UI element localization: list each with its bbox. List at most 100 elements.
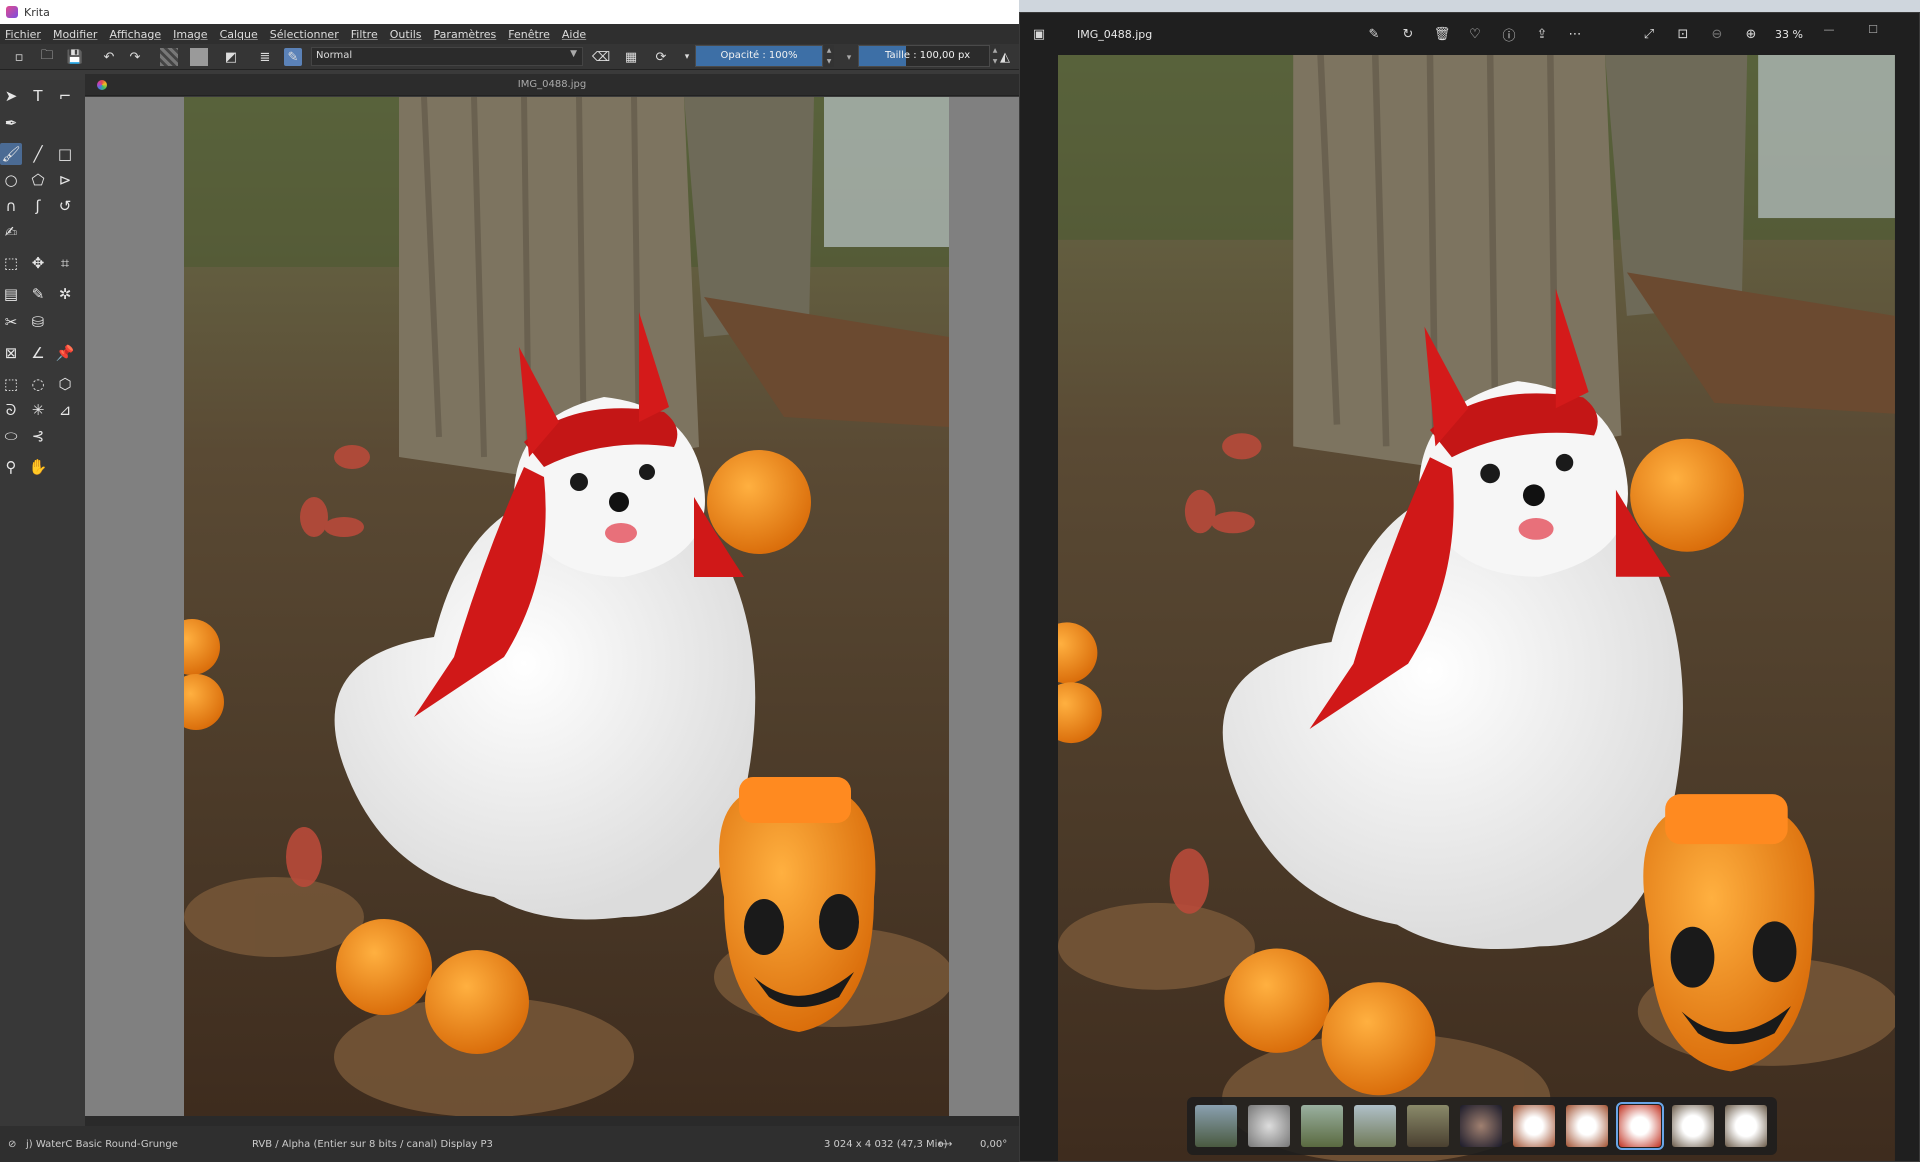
rotate-icon[interactable]: ↻ (1399, 25, 1417, 43)
filmstrip-thumb[interactable] (1354, 1105, 1396, 1147)
status-color-space: RVB / Alpha (Entier sur 8 bits / canal) … (252, 1139, 493, 1150)
preset-dropdown-icon[interactable]: ▾ (678, 48, 696, 66)
polygon-select-tool-icon[interactable]: ⬡ (54, 373, 76, 395)
photos-image-view[interactable] (1058, 55, 1895, 1161)
status-image-size: 3 024 x 4 032 (47,3 Mio) (824, 1139, 948, 1150)
bezier-tool-icon[interactable]: ∩ (0, 195, 22, 217)
fg-bg-color-icon[interactable]: ◩ (222, 48, 240, 66)
menu-filtre[interactable]: Filtre (351, 28, 378, 41)
freehand-select-tool-icon[interactable]: ᘐ (0, 399, 22, 421)
filmstrip-thumb[interactable] (1725, 1105, 1767, 1147)
freehand-path-tool-icon[interactable]: ʃ (27, 195, 49, 217)
crop-tool-icon[interactable]: ⌗ (54, 252, 76, 274)
menu-fenetre[interactable]: Fenêtre (508, 28, 550, 41)
maximize-icon[interactable]: ☐ (1858, 19, 1888, 39)
polygon-tool-icon[interactable]: ⬠ (27, 169, 49, 191)
reference-tool-icon[interactable]: 📌 (54, 342, 76, 364)
color-picker-tool-icon[interactable]: ✎ (27, 283, 49, 305)
rect-select-tool-icon[interactable]: ⬚ (0, 373, 22, 395)
menu-fichier[interactable]: Fichier (5, 28, 41, 41)
smart-patch-tool-icon[interactable]: ✲ (54, 283, 76, 305)
assistant-tool-icon[interactable]: ⊠ (0, 342, 22, 364)
fit-to-window-icon[interactable]: ⊡ (1674, 25, 1692, 43)
info-icon[interactable]: ⓘ (1500, 25, 1518, 44)
dynamic-brush-tool-icon[interactable]: ↺ (54, 195, 76, 217)
calligraphy-tool-icon[interactable]: ✒ (0, 112, 22, 134)
gradient-tool-icon[interactable]: ▤ (0, 283, 22, 305)
size-slider[interactable]: Taille : 100,00 px (858, 45, 990, 67)
menu-aide[interactable]: Aide (562, 28, 586, 41)
canvas-horizontal-scrollbar[interactable] (85, 1116, 1019, 1126)
zoom-in-icon[interactable]: ⊕ (1742, 25, 1760, 43)
minimize-icon[interactable]: — (1814, 19, 1844, 39)
reload-preset-icon[interactable]: ⟳ (652, 48, 670, 66)
transform-tool-icon[interactable]: ⬚ (0, 252, 22, 274)
polyline-tool-icon[interactable]: ⊳ (54, 169, 76, 191)
text-tool-icon[interactable]: T (27, 85, 49, 107)
menu-parametres[interactable]: Paramètres (434, 28, 497, 41)
gradient-swatch-icon[interactable] (160, 48, 178, 66)
zoom-tool-icon[interactable]: ⚲ (0, 456, 22, 478)
size-spin-icon[interactable]: ▲ ▼ (990, 45, 1000, 67)
select-shape-tool-icon[interactable]: ➤ (0, 85, 22, 107)
menu-calque[interactable]: Calque (220, 28, 258, 41)
save-icon[interactable]: 💾 (66, 48, 84, 66)
opacity-slider[interactable]: Opacité : 100% (695, 45, 823, 67)
filmstrip-thumb-selected[interactable] (1616, 1102, 1664, 1150)
similar-select-tool-icon[interactable]: ⊿ (54, 399, 76, 421)
menu-image[interactable]: Image (173, 28, 207, 41)
fill-tool-icon[interactable]: ⛁ (27, 311, 49, 333)
share-icon[interactable]: ⇪ (1533, 25, 1551, 43)
new-document-icon[interactable]: ▫ (10, 48, 28, 66)
contiguous-select-tool-icon[interactable]: ✳ (27, 399, 49, 421)
opacity-dropdown-icon[interactable]: ▾ (840, 49, 858, 67)
zoom-out-icon[interactable]: ⊖ (1708, 25, 1726, 43)
krita-canvas[interactable] (85, 97, 1019, 1116)
krita-window: Krita Fichier Modifier Affichage Image C… (0, 0, 1019, 1162)
filmstrip-thumb[interactable] (1460, 1105, 1502, 1147)
filmstrip (1187, 1097, 1777, 1155)
bezier-select-tool-icon[interactable]: ⬭ (0, 425, 22, 447)
redo-icon[interactable]: ↷ (126, 48, 144, 66)
opacity-spin-icon[interactable]: ▲ ▼ (824, 45, 834, 67)
pan-tool-icon[interactable]: ✋ (27, 456, 49, 478)
filmstrip-thumb[interactable] (1672, 1105, 1714, 1147)
blend-mode-select[interactable]: Normal ▼ (311, 47, 583, 66)
more-icon[interactable]: ⋯ (1566, 25, 1584, 43)
ellipse-tool-icon[interactable]: ○ (0, 169, 22, 191)
filmstrip-thumb[interactable] (1301, 1105, 1343, 1147)
menu-selectionner[interactable]: Sélectionner (270, 28, 339, 41)
filmstrip-thumb[interactable] (1513, 1105, 1555, 1147)
measure-tool-icon[interactable]: ∠ (27, 342, 49, 364)
magnetic-select-tool-icon[interactable]: ⊰ (27, 425, 49, 447)
freehand-brush-tool-icon[interactable]: 🖌 (0, 143, 22, 165)
size-label: Taille : 100,00 px (885, 50, 971, 61)
rotation-icon[interactable]: ⟷ (938, 1139, 952, 1150)
pattern-swatch-icon[interactable] (190, 48, 208, 66)
multibrush-tool-icon[interactable]: ✍ (0, 221, 22, 243)
filmstrip-thumb[interactable] (1407, 1105, 1449, 1147)
filmstrip-thumb[interactable] (1195, 1105, 1237, 1147)
filmstrip-thumb[interactable] (1566, 1105, 1608, 1147)
ellipse-select-tool-icon[interactable]: ◌ (27, 373, 49, 395)
fullscreen-icon[interactable]: ⤢ (1640, 25, 1658, 43)
menu-outils[interactable]: Outils (390, 28, 422, 41)
eraser-icon[interactable]: ⌫ (592, 48, 610, 66)
favorite-icon[interactable]: ♡ (1466, 25, 1484, 43)
rectangle-tool-icon[interactable]: □ (54, 143, 76, 165)
alpha-lock-icon[interactable]: ▦ (622, 48, 640, 66)
brush-settings-icon[interactable]: ≣ (256, 48, 274, 66)
brush-preset-icon[interactable]: ✎ (284, 48, 302, 66)
menu-modifier[interactable]: Modifier (53, 28, 97, 41)
move-tool-icon[interactable]: ✥ (27, 252, 49, 274)
delete-icon[interactable]: 🗑 (1433, 25, 1451, 43)
edit-image-icon[interactable]: ✎ (1365, 25, 1383, 43)
open-folder-icon[interactable]: 🗀 (38, 48, 56, 66)
edit-shapes-tool-icon[interactable]: ⌐ (54, 85, 76, 107)
document-tab[interactable]: IMG_0488.jpg (85, 74, 1019, 96)
colorize-mask-tool-icon[interactable]: ✂ (0, 311, 22, 333)
filmstrip-thumb[interactable] (1248, 1105, 1290, 1147)
line-tool-icon[interactable]: ╱ (27, 143, 49, 165)
menu-affichage[interactable]: Affichage (109, 28, 161, 41)
undo-icon[interactable]: ↶ (100, 48, 118, 66)
